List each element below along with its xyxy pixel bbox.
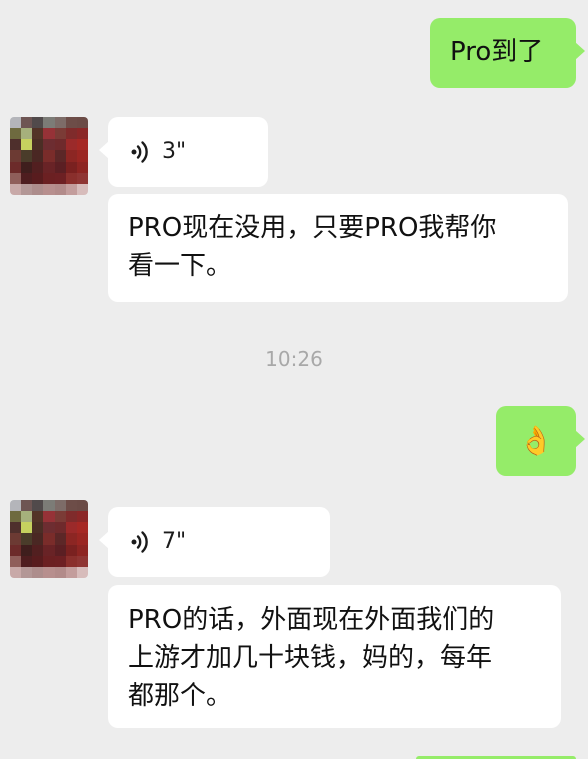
incoming-voice-message[interactable]: 3" [99,117,268,187]
message-timestamp: 10:26 [265,347,323,371]
incoming-message-bubble[interactable]: PRO的话，外面现在外面我们的 上游才加几十块钱，妈的，每年 都那个。 [108,585,561,728]
avatar[interactable] [10,117,88,195]
outgoing-emoji-message[interactable]: 👌 [496,406,585,476]
voice-duration: 3" [162,139,187,164]
voice-wave-icon [130,140,150,164]
voice-message-row: 7" [108,507,330,577]
incoming-message-bubble[interactable]: PRO现在没用，只要PRO我帮你 看一下。 [108,194,568,302]
voice-message-row: 3" [108,117,268,187]
chat-window: Pro到了 3" PRO现在没用，只要PRO我帮你 看一下。 10:26 👌 7… [0,0,588,759]
message-text: PRO的话，外面现在外面我们的 上游才加几十块钱，妈的，每年 都那个。 [128,605,495,711]
ok-hand-emoji: 👌 [518,424,554,457]
avatar[interactable] [10,500,88,578]
voice-duration: 7" [162,529,187,554]
message-text: Pro到了 [450,37,544,67]
voice-wave-icon [130,530,150,554]
incoming-voice-message[interactable]: 7" [99,507,330,577]
outgoing-message-bubble[interactable]: Pro到了 [430,18,585,88]
message-text: PRO现在没用，只要PRO我帮你 看一下。 [128,213,497,281]
